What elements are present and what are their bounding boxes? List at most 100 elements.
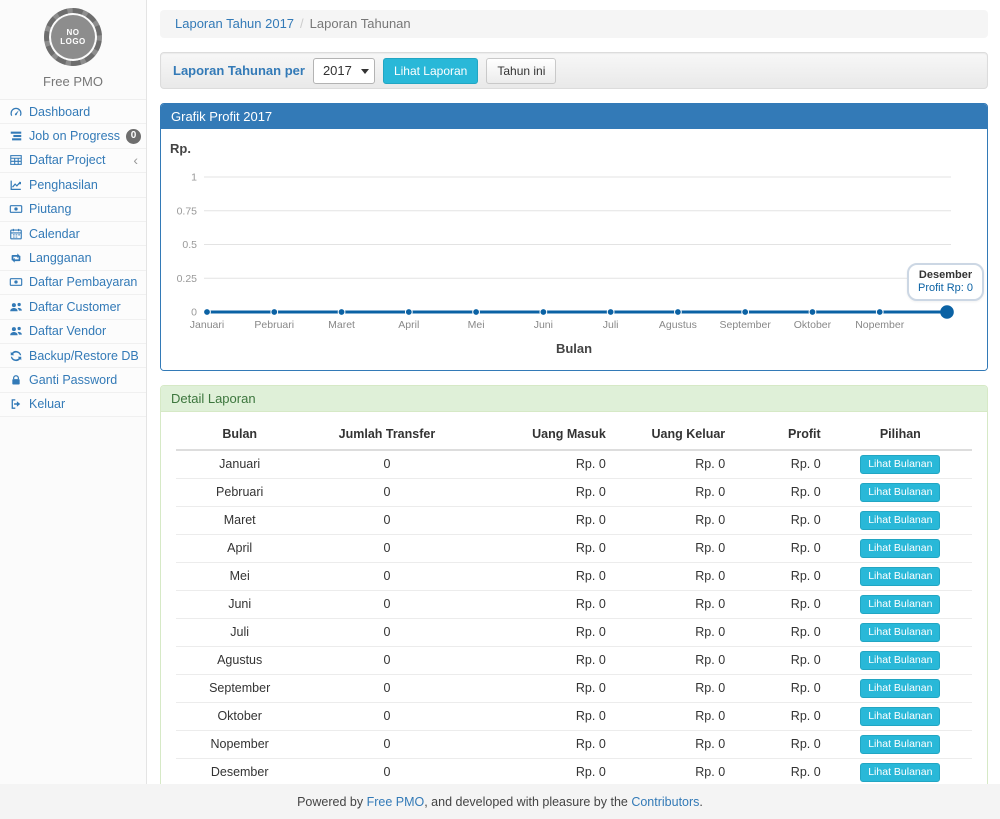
- lihat-bulanan-button[interactable]: Lihat Bulanan: [860, 735, 940, 754]
- lihat-bulanan-button[interactable]: Lihat Bulanan: [860, 539, 940, 558]
- cell-uang-keluar: Rp. 0: [614, 675, 733, 703]
- data-point-oktober[interactable]: [809, 309, 816, 316]
- no-logo-text: NO LOGO: [60, 28, 86, 46]
- cell-jumlah-transfer: 0: [303, 759, 470, 787]
- lihat-bulanan-button[interactable]: Lihat Bulanan: [860, 651, 940, 670]
- sidebar-item-backup-restore-db[interactable]: Backup/Restore DB: [0, 344, 146, 368]
- sidebar-item-ganti-password[interactable]: Ganti Password: [0, 368, 146, 392]
- x-tick-label: Juli: [603, 319, 619, 331]
- cell-uang-keluar: Rp. 0: [614, 647, 733, 675]
- cell-pilihan: Lihat Bulanan: [829, 535, 972, 563]
- data-point-april[interactable]: [405, 309, 412, 316]
- x-tick-label: Maret: [328, 319, 355, 331]
- lihat-bulanan-button[interactable]: Lihat Bulanan: [860, 623, 940, 642]
- sidebar-item-job-on-progress[interactable]: Job on Progress0: [0, 124, 146, 148]
- table-icon: [8, 153, 23, 168]
- sidebar-item-calendar[interactable]: Calendar: [0, 222, 146, 246]
- year-select-wrap: 2017: [313, 58, 375, 84]
- cell-jumlah-transfer: 0: [303, 507, 470, 535]
- cell-uang-masuk: Rp. 0: [471, 563, 614, 591]
- sidebar-item-langganan[interactable]: Langganan: [0, 246, 146, 270]
- cell-jumlah-transfer: 0: [303, 675, 470, 703]
- cell-pilihan: Lihat Bulanan: [829, 759, 972, 787]
- cell-bulan: Mei: [176, 563, 303, 591]
- sidebar-item-label: Keluar: [29, 397, 65, 411]
- cell-profit: Rp. 0: [733, 479, 829, 507]
- profit-chart-panel: Grafik Profit 2017 00.250.50.751JanuariP…: [160, 103, 988, 371]
- footer-link-free-pmo[interactable]: Free PMO: [367, 795, 425, 809]
- column-header-profit: Profit: [733, 420, 829, 450]
- data-point-pebruari[interactable]: [271, 309, 278, 316]
- footer-link-contributors[interactable]: Contributors: [631, 795, 699, 809]
- x-tick-label: Juni: [534, 319, 553, 331]
- table-row: Juli0Rp. 0Rp. 0Rp. 0Lihat Bulanan: [176, 619, 972, 647]
- sidebar-item-daftar-pembayaran[interactable]: Daftar Pembayaran: [0, 271, 146, 295]
- logo-area: NO LOGO Free PMO: [0, 0, 146, 89]
- lihat-laporan-button[interactable]: Lihat Laporan: [383, 58, 478, 84]
- sidebar-item-keluar[interactable]: Keluar: [0, 393, 146, 417]
- sidebar-item-piutang[interactable]: Piutang: [0, 198, 146, 222]
- cell-bulan: September: [176, 675, 303, 703]
- sidebar-item-label: Dashboard: [29, 105, 90, 119]
- sidebar: NO LOGO Free PMO Dashboard Job on Progres…: [0, 0, 147, 784]
- cell-profit: Rp. 0: [733, 450, 829, 479]
- x-tick-label: Oktober: [794, 319, 832, 331]
- calendar-icon: [8, 226, 23, 241]
- x-tick-label: Nopember: [855, 319, 905, 331]
- lihat-bulanan-button[interactable]: Lihat Bulanan: [860, 483, 940, 502]
- breadcrumb-link-laporan-tahun[interactable]: Laporan Tahun 2017: [175, 16, 294, 31]
- data-point-desember[interactable]: [940, 305, 954, 319]
- sidebar-item-dashboard[interactable]: Dashboard: [0, 100, 146, 124]
- cell-uang-masuk: Rp. 0: [471, 675, 614, 703]
- cell-bulan: Juni: [176, 591, 303, 619]
- cell-jumlah-transfer: 0: [303, 731, 470, 759]
- x-tick-label: Januari: [190, 319, 224, 331]
- dashboard-icon: [8, 104, 23, 119]
- data-point-januari[interactable]: [204, 309, 211, 316]
- year-select[interactable]: 2017: [313, 58, 375, 84]
- tahun-ini-button[interactable]: Tahun ini: [486, 58, 556, 84]
- data-point-juni[interactable]: [540, 309, 547, 316]
- sidebar-item-daftar-project[interactable]: Daftar Project‹: [0, 149, 146, 173]
- cell-profit: Rp. 0: [733, 759, 829, 787]
- cell-uang-keluar: Rp. 0: [614, 759, 733, 787]
- sidebar-item-label: Calendar: [29, 227, 80, 241]
- cell-pilihan: Lihat Bulanan: [829, 507, 972, 535]
- cell-pilihan: Lihat Bulanan: [829, 591, 972, 619]
- cell-uang-masuk: Rp. 0: [471, 731, 614, 759]
- x-tick-label: Agustus: [659, 319, 697, 331]
- app-name: Free PMO: [0, 74, 146, 89]
- column-header-uang-masuk: Uang Masuk: [471, 420, 614, 450]
- sidebar-item-daftar-vendor[interactable]: Daftar Vendor: [0, 320, 146, 344]
- detail-panel-title: Detail Laporan: [161, 386, 987, 412]
- cell-pilihan: Lihat Bulanan: [829, 731, 972, 759]
- data-point-agustus[interactable]: [675, 309, 682, 316]
- lihat-bulanan-button[interactable]: Lihat Bulanan: [860, 455, 940, 474]
- chart-line-icon: [8, 177, 23, 192]
- data-point-mei[interactable]: [473, 309, 480, 316]
- lock-icon: [8, 372, 23, 387]
- cell-jumlah-transfer: 0: [303, 450, 470, 479]
- lihat-bulanan-button[interactable]: Lihat Bulanan: [860, 595, 940, 614]
- data-point-juli[interactable]: [607, 309, 614, 316]
- data-point-september[interactable]: [742, 309, 749, 316]
- lihat-bulanan-button[interactable]: Lihat Bulanan: [860, 511, 940, 530]
- data-point-maret[interactable]: [338, 309, 345, 316]
- tasks-icon: [8, 129, 23, 144]
- sidebar-item-penghasilan[interactable]: Penghasilan: [0, 173, 146, 197]
- sidebar-item-label: Daftar Pembayaran: [29, 275, 137, 289]
- lihat-bulanan-button[interactable]: Lihat Bulanan: [860, 763, 940, 782]
- data-point-nopember[interactable]: [876, 309, 883, 316]
- lihat-bulanan-button[interactable]: Lihat Bulanan: [860, 679, 940, 698]
- footer-middle: , and developed with pleasure by the: [424, 795, 631, 809]
- lihat-bulanan-button[interactable]: Lihat Bulanan: [860, 707, 940, 726]
- y-tick-label: 0.5: [182, 239, 197, 251]
- cell-uang-keluar: Rp. 0: [614, 619, 733, 647]
- table-row: April0Rp. 0Rp. 0Rp. 0Lihat Bulanan: [176, 535, 972, 563]
- chart-panel-title: Grafik Profit 2017: [161, 104, 987, 129]
- cell-uang-masuk: Rp. 0: [471, 535, 614, 563]
- lihat-bulanan-button[interactable]: Lihat Bulanan: [860, 567, 940, 586]
- sign-out-icon: [8, 397, 23, 412]
- cell-jumlah-transfer: 0: [303, 479, 470, 507]
- sidebar-item-daftar-customer[interactable]: Daftar Customer: [0, 295, 146, 319]
